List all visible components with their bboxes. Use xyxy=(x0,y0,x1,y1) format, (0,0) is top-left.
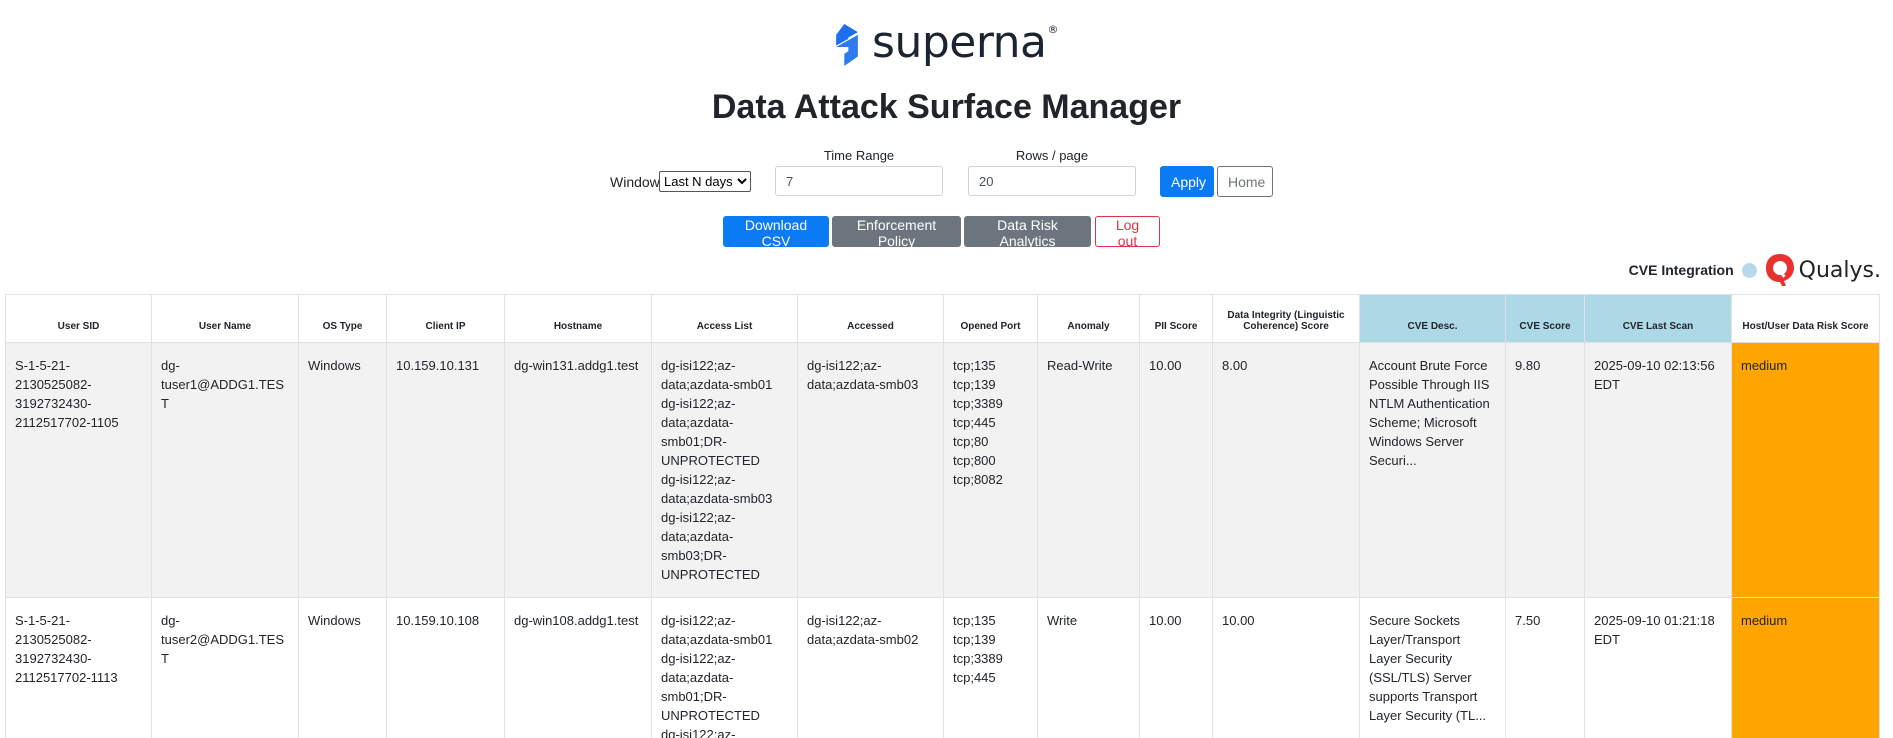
column-header[interactable]: PII Score xyxy=(1139,294,1213,343)
column-header[interactable]: Opened Port xyxy=(943,294,1038,343)
cell-cve-desc: Secure Sockets Layer/Transport Layer Sec… xyxy=(1359,597,1506,738)
cell-integrity-score: 10.00 xyxy=(1212,597,1360,738)
download-csv-button[interactable]: Download CSV xyxy=(723,216,829,249)
cve-integration-label: CVE Integration xyxy=(1628,262,1734,278)
data-risk-analytics-button[interactable]: Data Risk Analytics xyxy=(964,216,1091,249)
superna-logo: superna® xyxy=(828,12,1058,78)
filter-form: Window Last N days Time Range Rows / pag… xyxy=(0,148,1893,200)
rows-per-page-input[interactable] xyxy=(968,166,1136,196)
cell-accessed: dg-isi122;az-data;azdata-smb03 xyxy=(797,342,944,598)
column-header[interactable]: Hostname xyxy=(504,294,652,343)
cell-opened-port: tcp;135 tcp;139 tcp;3389 tcp;445 xyxy=(943,597,1038,738)
superna-logo-text: superna® xyxy=(872,16,1058,68)
cell-cve-last-scan: 2025-09-10 01:21:18 EDT xyxy=(1584,597,1732,738)
cell-cve-last-scan: 2025-09-10 02:13:56 EDT xyxy=(1584,342,1732,598)
apply-button[interactable]: Apply xyxy=(1160,166,1214,197)
column-header[interactable]: OS Type xyxy=(298,294,387,343)
column-header[interactable]: Client IP xyxy=(386,294,505,343)
cell-os-type: Windows xyxy=(298,342,387,598)
cell-client-ip: 10.159.10.108 xyxy=(386,597,505,738)
page-title: Data Attack Surface Manager xyxy=(711,88,1182,126)
cell-hostname: dg-win108.addg1.test xyxy=(504,597,652,738)
cell-client-ip: 10.159.10.131 xyxy=(386,342,505,598)
column-header[interactable]: Host/User Data Risk Score xyxy=(1731,294,1880,343)
qualys-logo-icon xyxy=(1765,254,1794,286)
enforcement-policy-button[interactable]: Enforcement Policy xyxy=(832,216,961,249)
cell-cve-desc: Account Brute Force Possible Through IIS… xyxy=(1359,342,1506,598)
cve-integration: CVE Integration Qualys. xyxy=(1629,252,1881,288)
log-out-button[interactable]: Log out xyxy=(1095,216,1160,249)
cell-risk-score: medium xyxy=(1731,342,1880,598)
cell-cve-score: 7.50 xyxy=(1505,597,1585,738)
cell-user-sid: S-1-5-21-2130525082-3192732430-211251770… xyxy=(5,342,152,598)
cell-cve-score: 9.80 xyxy=(1505,342,1585,598)
cell-accessed: dg-isi122;az-data;azdata-smb02 xyxy=(797,597,944,738)
table-row[interactable]: S-1-5-21-2130525082-3192732430-211251770… xyxy=(5,342,1880,598)
cell-pii-score: 10.00 xyxy=(1139,597,1213,738)
column-header[interactable]: Anomaly xyxy=(1037,294,1140,343)
cell-user-sid: S-1-5-21-2130525082-3192732430-211251770… xyxy=(5,597,152,738)
cell-user-name: dg-tuser1@ADDG1.TEST xyxy=(151,342,299,598)
column-header-cve-last-scan[interactable]: CVE Last Scan xyxy=(1584,294,1732,343)
cell-os-type: Windows xyxy=(298,597,387,738)
cell-access-list: dg-isi122;az-data;azdata-smb01 dg-isi122… xyxy=(651,342,798,598)
time-range-input[interactable] xyxy=(775,166,943,196)
cell-access-list: dg-isi122;az-data;azdata-smb01 dg-isi122… xyxy=(651,597,798,738)
data-table: User SID User Name OS Type Client IP Hos… xyxy=(5,294,1880,738)
cell-opened-port: tcp;135 tcp;139 tcp;3389 tcp;445 tcp;80 … xyxy=(943,342,1038,598)
cell-anomaly: Read-Write xyxy=(1037,342,1140,598)
home-button[interactable]: Home xyxy=(1217,166,1273,197)
column-header[interactable]: Access List xyxy=(651,294,798,343)
table-header-row: User SID User Name OS Type Client IP Hos… xyxy=(5,294,1880,343)
cell-anomaly: Write xyxy=(1037,597,1140,738)
qualys-logo-text: Qualys. xyxy=(1798,257,1881,283)
column-header[interactable]: User SID xyxy=(5,294,152,343)
cell-pii-score: 10.00 xyxy=(1139,342,1213,598)
cell-hostname: dg-win131.addg1.test xyxy=(504,342,652,598)
window-select[interactable]: Last N days xyxy=(659,171,751,192)
column-header[interactable]: Accessed xyxy=(797,294,944,343)
column-header-cve-desc[interactable]: CVE Desc. xyxy=(1359,294,1506,343)
superna-logo-icon xyxy=(836,23,858,67)
time-range-label: Time Range xyxy=(823,148,895,163)
cve-status-dot xyxy=(1741,262,1757,278)
cell-user-name: dg-tuser2@ADDG1.TEST xyxy=(151,597,299,738)
cell-integrity-score: 8.00 xyxy=(1212,342,1360,598)
column-header-cve-score[interactable]: CVE Score xyxy=(1505,294,1585,343)
cell-risk-score: medium xyxy=(1731,597,1880,738)
rows-per-page-label: Rows / page xyxy=(1015,148,1089,163)
table-row[interactable]: S-1-5-21-2130525082-3192732430-211251770… xyxy=(5,597,1880,738)
window-label: Window xyxy=(610,174,660,190)
column-header[interactable]: Data Integrity (Linguistic Coherence) Sc… xyxy=(1212,294,1360,343)
column-header[interactable]: User Name xyxy=(151,294,299,343)
